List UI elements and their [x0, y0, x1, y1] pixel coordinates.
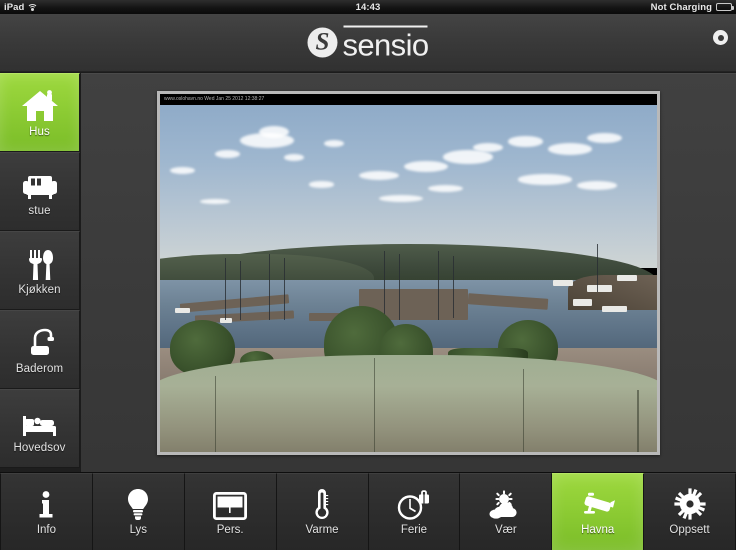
- thermometer-icon: [312, 488, 332, 520]
- tab-vaer[interactable]: Vær: [460, 473, 553, 550]
- battery-status-label: Not Charging: [650, 1, 712, 13]
- sidebar-item-hus[interactable]: Hus: [0, 73, 80, 152]
- info-icon: [35, 488, 57, 520]
- tab-label: Lys: [129, 524, 148, 536]
- tab-lys[interactable]: Lys: [92, 473, 185, 550]
- sidebar-item-label: Baderom: [15, 363, 64, 375]
- sidebar-item-label: Kjøkken: [18, 284, 61, 296]
- main-content-panel: www.oslohavn.no Wed Jan 25 2012 12:38:27: [81, 73, 736, 472]
- sofa-icon: [20, 166, 60, 202]
- brand-name: sensio: [342, 25, 429, 62]
- sidebar-item-stue[interactable]: stue: [0, 152, 80, 231]
- lightbulb-icon: [126, 488, 150, 520]
- battery-icon: [716, 3, 734, 11]
- status-bar-clock: 14:43: [355, 1, 381, 13]
- room-sidebar: Hus stue Kjøkken Baderom Hovedsov: [0, 73, 80, 472]
- sidebar-item-kjokken[interactable]: Kjøkken: [0, 231, 80, 310]
- ipad-app-screen: iPad 14:43 Not Charging sensio Hus: [0, 0, 736, 550]
- sidebar-item-baderom[interactable]: Baderom: [0, 310, 80, 389]
- tab-varme[interactable]: Varme: [276, 473, 369, 550]
- shower-sink-icon: [22, 324, 58, 360]
- camera-overlay-text: www.oslohavn.no Wed Jan 25 2012 12:38:27: [160, 94, 657, 105]
- sidebar-item-label: Hus: [29, 126, 50, 138]
- tab-pers[interactable]: Pers.: [184, 473, 277, 550]
- tab-label: Oppsett: [669, 524, 710, 536]
- tab-label: Pers.: [216, 524, 244, 536]
- status-bar-right: Not Charging: [650, 1, 734, 13]
- bed-icon: [20, 403, 60, 439]
- tab-label: Vær: [494, 524, 517, 536]
- tab-ferie[interactable]: Ferie: [368, 473, 461, 550]
- camera-feed: www.oslohavn.no Wed Jan 25 2012 12:38:27: [160, 94, 657, 452]
- tab-havna[interactable]: Havna: [552, 473, 645, 550]
- power-icon[interactable]: [713, 30, 728, 45]
- sidebar-item-label: stue: [28, 205, 51, 217]
- tab-label: Havna: [581, 524, 615, 536]
- function-toolbar: Info Lys Pers. Varme Ferie Vær Havna Opp…: [0, 472, 736, 550]
- weather-icon: [488, 488, 524, 520]
- blinds-icon: [213, 488, 248, 520]
- cutlery-icon: [23, 245, 57, 281]
- brand-logo: sensio: [307, 25, 429, 62]
- cctv-camera-icon: [579, 488, 617, 520]
- tab-oppsett[interactable]: Oppsett: [644, 473, 736, 550]
- gear-icon: [673, 488, 706, 520]
- app-header: sensio: [0, 14, 736, 72]
- tab-info[interactable]: Info: [0, 473, 93, 550]
- sidebar-item-hovedsov[interactable]: Hovedsov: [0, 389, 80, 468]
- sensio-s-logo-icon: [307, 27, 338, 58]
- tab-label: Info: [36, 524, 57, 536]
- holiday-icon: [397, 488, 431, 520]
- tab-label: Varme: [305, 524, 339, 536]
- camera-image: [160, 105, 657, 452]
- status-bar: iPad 14:43 Not Charging: [0, 0, 736, 14]
- tab-label: Ferie: [400, 524, 428, 536]
- sidebar-item-label: Hovedsov: [13, 442, 66, 454]
- camera-feed-frame[interactable]: www.oslohavn.no Wed Jan 25 2012 12:38:27: [157, 91, 660, 455]
- house-icon: [20, 87, 60, 123]
